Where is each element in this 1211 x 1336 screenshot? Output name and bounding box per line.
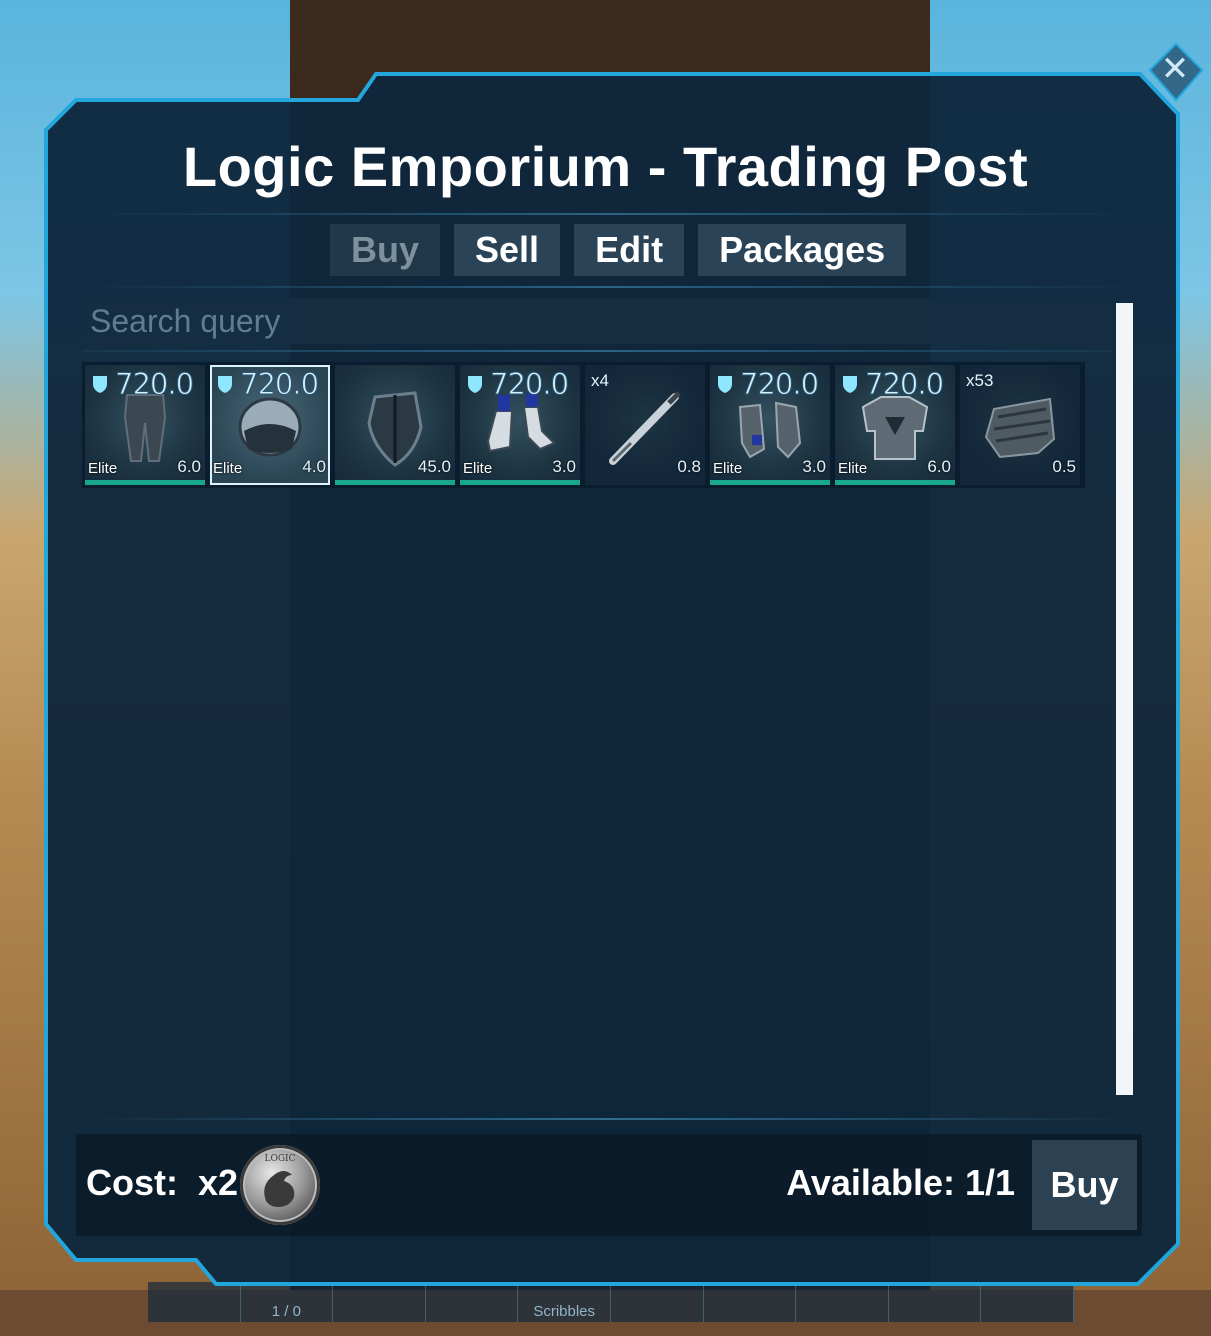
item-slot[interactable]: x53 0.5: [960, 365, 1080, 485]
durability-bar: [710, 480, 830, 485]
item-slot[interactable]: 720.0 Elite 4.0: [210, 365, 330, 485]
durability-bar: [335, 480, 455, 485]
tab-edit[interactable]: Edit: [574, 224, 685, 276]
hotbar-slot[interactable]: [981, 1282, 1074, 1322]
divider: [86, 286, 1134, 288]
scrollbar[interactable]: [1116, 303, 1133, 1095]
divider: [86, 1118, 1134, 1120]
quantity-label: x53: [966, 371, 994, 390]
page-title: Logic Emporium - Trading Post: [182, 135, 1029, 198]
item-slot[interactable]: 720.0 Elite 3.0: [710, 365, 830, 485]
weight-label: 0.5: [1052, 457, 1076, 476]
quality-label: Elite: [88, 460, 118, 477]
item-slot[interactable]: 720.0 Elite 6.0: [85, 365, 205, 485]
tab-packages[interactable]: Packages: [698, 224, 907, 276]
item-slot[interactable]: 720.0 Elite 3.0: [460, 365, 580, 485]
durability-bar: [460, 480, 580, 485]
hotbar-slot[interactable]: [426, 1282, 519, 1322]
quality-label: Elite: [838, 460, 868, 477]
hotbar-slot[interactable]: [148, 1282, 241, 1322]
weight-label: 4.0: [302, 457, 326, 476]
hotbar-slot[interactable]: [704, 1282, 797, 1322]
divider: [82, 350, 1112, 352]
tab-buy[interactable]: Buy: [330, 224, 441, 276]
armor-shield-icon: [468, 376, 482, 393]
hotbar-slot[interactable]: [333, 1282, 426, 1322]
item-slot[interactable]: x4 0.8: [585, 365, 705, 485]
item-slot[interactable]: 720.0 Elite 6.0: [835, 365, 955, 485]
weight-label: 6.0: [177, 457, 201, 476]
hotbar-slot-label: Scribbles: [533, 1303, 596, 1320]
hotbar: 1 / 0 Scribbles: [148, 1282, 1074, 1322]
weight-label: 6.0: [927, 457, 951, 476]
armor-value: 720.0: [114, 367, 194, 402]
shield-icon: [367, 391, 423, 467]
hotbar-slot-label: 1 / 0: [271, 1303, 301, 1320]
close-icon: ✕: [1160, 50, 1190, 88]
armor-shield-icon: [718, 376, 732, 393]
hotbar-slot[interactable]: Scribbles: [518, 1282, 611, 1322]
tab-sell[interactable]: Sell: [454, 224, 561, 276]
coin-text: LOGIC: [265, 1154, 296, 1164]
hotbar-slot[interactable]: 1 / 0: [241, 1282, 334, 1322]
durability-bar: [85, 480, 205, 485]
item-slot[interactable]: 45.0: [335, 365, 455, 485]
cost-label: Cost: x2: [86, 1162, 239, 1203]
divider: [86, 213, 1134, 215]
hotbar-slot[interactable]: [889, 1282, 982, 1322]
quality-label: Elite: [713, 460, 743, 477]
logic-coin-icon: LOGIC: [240, 1145, 320, 1225]
item-grid: 720.0 Elite 6.0 720.0 Elite 4.0 45.0 720…: [82, 362, 1085, 488]
dragon-emblem: LOGIC: [264, 1154, 296, 1207]
quantity-label: x4: [591, 371, 609, 390]
armor-shield-icon: [218, 376, 232, 393]
hide-resource-icon: [984, 397, 1056, 459]
quality-label: Elite: [463, 460, 493, 477]
hotbar-slot[interactable]: [796, 1282, 889, 1322]
search-input[interactable]: [82, 298, 1112, 344]
armor-shield-icon: [843, 376, 857, 393]
weight-label: 3.0: [802, 457, 826, 476]
armor-value: 720.0: [864, 367, 944, 402]
armor-value: 720.0: [489, 367, 569, 402]
tab-bar: Buy Sell Edit Packages: [330, 224, 907, 276]
available-label: Available: 1/1: [786, 1162, 1015, 1203]
quality-label: Elite: [213, 460, 243, 477]
buy-button[interactable]: Buy: [1032, 1140, 1137, 1230]
armor-value: 720.0: [739, 367, 819, 402]
armor-shield-icon: [93, 376, 107, 393]
weight-label: 3.0: [552, 457, 576, 476]
durability-bar: [835, 480, 955, 485]
weight-label: 45.0: [417, 457, 451, 476]
syringe-icon: [609, 391, 681, 465]
close-button[interactable]: ✕: [1150, 44, 1200, 94]
hotbar-slot[interactable]: [611, 1282, 704, 1322]
weight-label: 0.8: [677, 457, 701, 476]
armor-value: 720.0: [239, 367, 319, 402]
